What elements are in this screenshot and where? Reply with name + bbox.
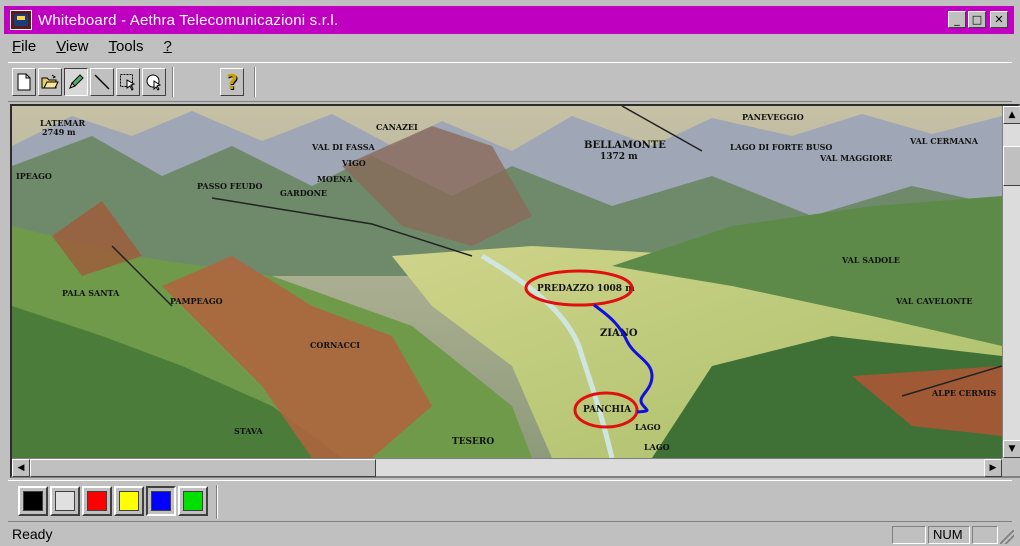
scroll-corner — [1002, 458, 1020, 476]
label-ipeago: IPEAGO — [16, 171, 52, 181]
help-icon: ? — [226, 70, 238, 94]
horizontal-scroll-thumb[interactable] — [30, 459, 376, 477]
color-swatch-4[interactable] — [146, 486, 176, 516]
color-swatch-2[interactable] — [82, 486, 112, 516]
color-swatch-3[interactable] — [114, 486, 144, 516]
menu-view[interactable]: View — [56, 38, 88, 58]
scroll-left-button[interactable]: ◀ — [12, 459, 30, 477]
toolbar: ? — [8, 62, 1012, 102]
status-text: Ready — [12, 526, 53, 542]
label-val-di-fassa: VAL DI FASSA — [311, 142, 375, 152]
window-title: Whiteboard - Aethra Telecomunicazioni s.… — [38, 11, 339, 29]
status-bar: Ready NUM — [4, 524, 1016, 544]
label-alpe-cermis: ALPE CERMIS — [931, 388, 996, 398]
label-moena: MOENA — [317, 174, 353, 184]
label-passo-feudo: PASSO FEUDO — [197, 181, 262, 191]
vertical-scroll-thumb[interactable] — [1003, 146, 1020, 186]
pencil-icon — [69, 74, 84, 89]
menu-help-mnemonic: ? — [163, 38, 172, 55]
color-swatch-5[interactable] — [178, 486, 208, 516]
whiteboard-window: Whiteboard - Aethra Telecomunicazioni s.… — [0, 0, 1020, 546]
swatch-color — [119, 491, 139, 511]
menu-file[interactable]: File — [12, 38, 36, 58]
swatch-color — [183, 491, 203, 511]
menu-file-mnemonic: F — [12, 38, 22, 55]
label-tesero: TESERO — [452, 437, 494, 447]
status-panel-3 — [972, 526, 998, 544]
label-vigo: VIGO — [341, 158, 366, 168]
label-val-maggiore: VAL MAGGIORE — [819, 153, 892, 163]
pencil-tool-button[interactable] — [64, 68, 88, 96]
status-panel-num: NUM — [928, 526, 970, 544]
swatch-color — [151, 491, 171, 511]
new-document-button[interactable] — [12, 68, 36, 96]
minimize-button[interactable]: _ — [948, 11, 966, 28]
open-folder-button[interactable] — [38, 68, 62, 96]
vertical-scrollbar[interactable]: ▲ ▼ — [1002, 106, 1020, 458]
zoom-tool-button[interactable] — [142, 68, 166, 96]
horizontal-scrollbar[interactable]: ◀ ▶ — [12, 458, 1002, 477]
line-tool-button[interactable] — [90, 68, 114, 96]
tool-group — [12, 68, 166, 96]
swatch-color — [55, 491, 75, 511]
label-panchia: PANCHIA — [583, 405, 632, 415]
menu-view-label: iew — [65, 38, 89, 55]
line-icon — [94, 74, 110, 90]
label-val-cermana: VAL CERMANA — [909, 136, 979, 146]
palette-separator — [216, 485, 218, 519]
help-group: ? — [220, 68, 244, 96]
label-bellamonte: BELLAMONTE — [584, 140, 666, 151]
menu-tools-mnemonic: T — [108, 38, 116, 55]
menu-view-mnemonic: V — [56, 38, 66, 55]
scroll-up-button[interactable]: ▲ — [1003, 106, 1020, 124]
new-document-icon — [17, 73, 31, 91]
resize-grip[interactable] — [1000, 530, 1014, 544]
menu-tools-label: ools — [115, 38, 144, 55]
map-image[interactable]: LATEMAR 2749 m IPEAGO VAL DI FASSA CANAZ… — [12, 106, 1002, 458]
color-palette-bar — [8, 480, 1012, 522]
label-bellamonte-alt: 1372 m — [600, 152, 638, 162]
label-stava: STAVA — [234, 426, 264, 436]
window-controls: _ □ ✕ — [948, 11, 1008, 28]
scroll-down-button[interactable]: ▼ — [1003, 440, 1020, 458]
select-pointer-icon — [120, 74, 136, 91]
label-paneveggio: PANEVEGGIO — [742, 112, 804, 122]
label-lago-2: LAGO — [644, 442, 670, 452]
toolbar-separator-2 — [254, 67, 256, 97]
toolbar-separator — [172, 67, 174, 97]
map-svg: LATEMAR 2749 m IPEAGO VAL DI FASSA CANAZ… — [12, 106, 1002, 458]
label-gardone: GARDONE — [280, 188, 327, 198]
help-button[interactable]: ? — [220, 68, 244, 96]
label-predazzo: PREDAZZO 1008 m — [537, 284, 635, 294]
select-tool-button[interactable] — [116, 68, 140, 96]
label-cornacci: CORNACCI — [310, 340, 360, 350]
maximize-button[interactable]: □ — [968, 11, 986, 28]
title-bar[interactable]: Whiteboard - Aethra Telecomunicazioni s.… — [4, 6, 1014, 34]
color-palette — [18, 486, 208, 516]
color-swatch-0[interactable] — [18, 486, 48, 516]
color-swatch-1[interactable] — [50, 486, 80, 516]
label-lago: LAGO — [635, 422, 661, 432]
label-pampeago: PAMPEAGO — [170, 296, 223, 306]
menu-file-label: ile — [21, 38, 37, 55]
zoom-icon — [146, 74, 162, 91]
menu-help[interactable]: ? — [163, 38, 171, 58]
whiteboard-canvas[interactable]: LATEMAR 2749 m IPEAGO VAL DI FASSA CANAZ… — [10, 104, 1020, 478]
label-val-cavelonte: VAL CAVELONTE — [895, 296, 972, 306]
swatch-color — [87, 491, 107, 511]
status-panel-1 — [892, 526, 926, 544]
menu-bar: File View Tools ? — [12, 38, 172, 58]
scroll-right-button[interactable]: ▶ — [984, 459, 1002, 477]
open-folder-icon — [41, 74, 59, 89]
label-lago-di-forte-buso: LAGO DI FORTE BUSO — [730, 142, 832, 152]
label-latemar-alt: 2749 m — [42, 127, 76, 137]
app-icon[interactable] — [10, 10, 32, 30]
close-button[interactable]: ✕ — [990, 11, 1008, 28]
menu-tools[interactable]: Tools — [108, 38, 143, 58]
label-val-sadole: VAL SADOLE — [841, 255, 900, 265]
label-canazei: CANAZEI — [376, 122, 418, 132]
swatch-color — [23, 491, 43, 511]
label-pala-santa: PALA SANTA — [62, 288, 120, 298]
